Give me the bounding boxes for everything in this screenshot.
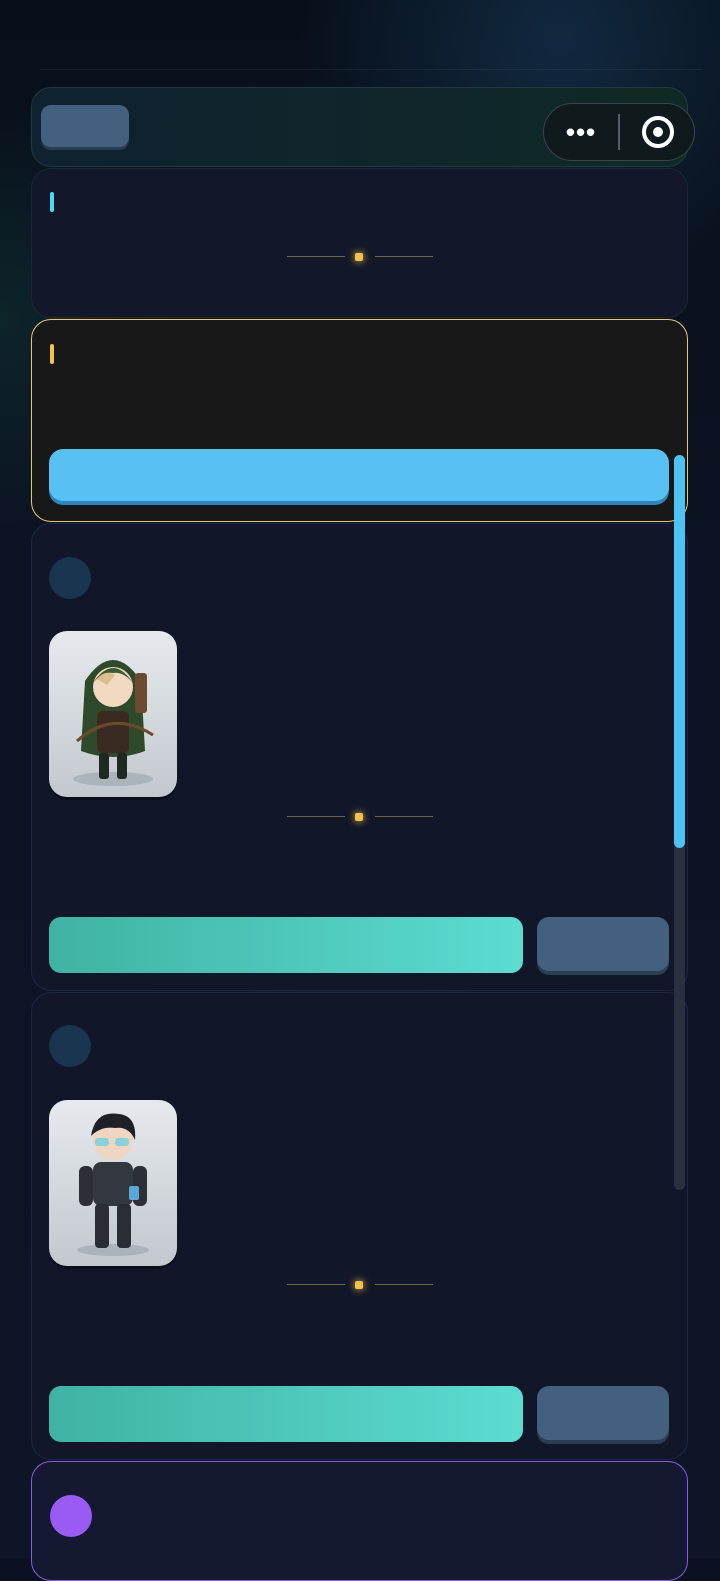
select-character-button[interactable] (49, 1386, 523, 1442)
ornament-divider (287, 252, 433, 262)
divider-line-left (287, 816, 345, 817)
primary-wide-button[interactable] (49, 449, 669, 501)
ornament-divider (287, 812, 433, 822)
secondary-button[interactable] (537, 917, 669, 971)
archer-portrait-icon[interactable] (49, 631, 177, 797)
scrollbar-thumb[interactable] (674, 455, 685, 848)
header-pill-button[interactable] (41, 105, 129, 147)
divider-gem-icon (355, 813, 363, 821)
divider-line-left (287, 256, 345, 257)
more-dots-icon[interactable]: ••• (544, 103, 618, 161)
secondary-button[interactable] (537, 1386, 669, 1440)
divider-gem-icon (355, 1281, 363, 1289)
divider-line-right (375, 1284, 433, 1285)
section-tick-cyan (50, 192, 54, 212)
top-divider (40, 69, 702, 70)
target-circle-icon[interactable] (641, 116, 674, 148)
character-avatar (49, 557, 91, 599)
premium-card (31, 1461, 688, 1581)
capsule-separator (618, 114, 620, 150)
info-card (31, 168, 688, 318)
character-avatar (49, 1025, 91, 1067)
ornament-divider (287, 1280, 433, 1290)
divider-line-left (287, 1284, 345, 1285)
premium-avatar (50, 1495, 92, 1537)
divider-line-right (375, 816, 433, 817)
select-character-button[interactable] (49, 917, 523, 973)
divider-gem-icon (355, 253, 363, 261)
divider-line-right (375, 256, 433, 257)
miniprogram-capsule: ••• (543, 103, 695, 161)
section-tick-gold (50, 344, 54, 364)
tactical-glasses-portrait-icon[interactable] (49, 1100, 177, 1266)
